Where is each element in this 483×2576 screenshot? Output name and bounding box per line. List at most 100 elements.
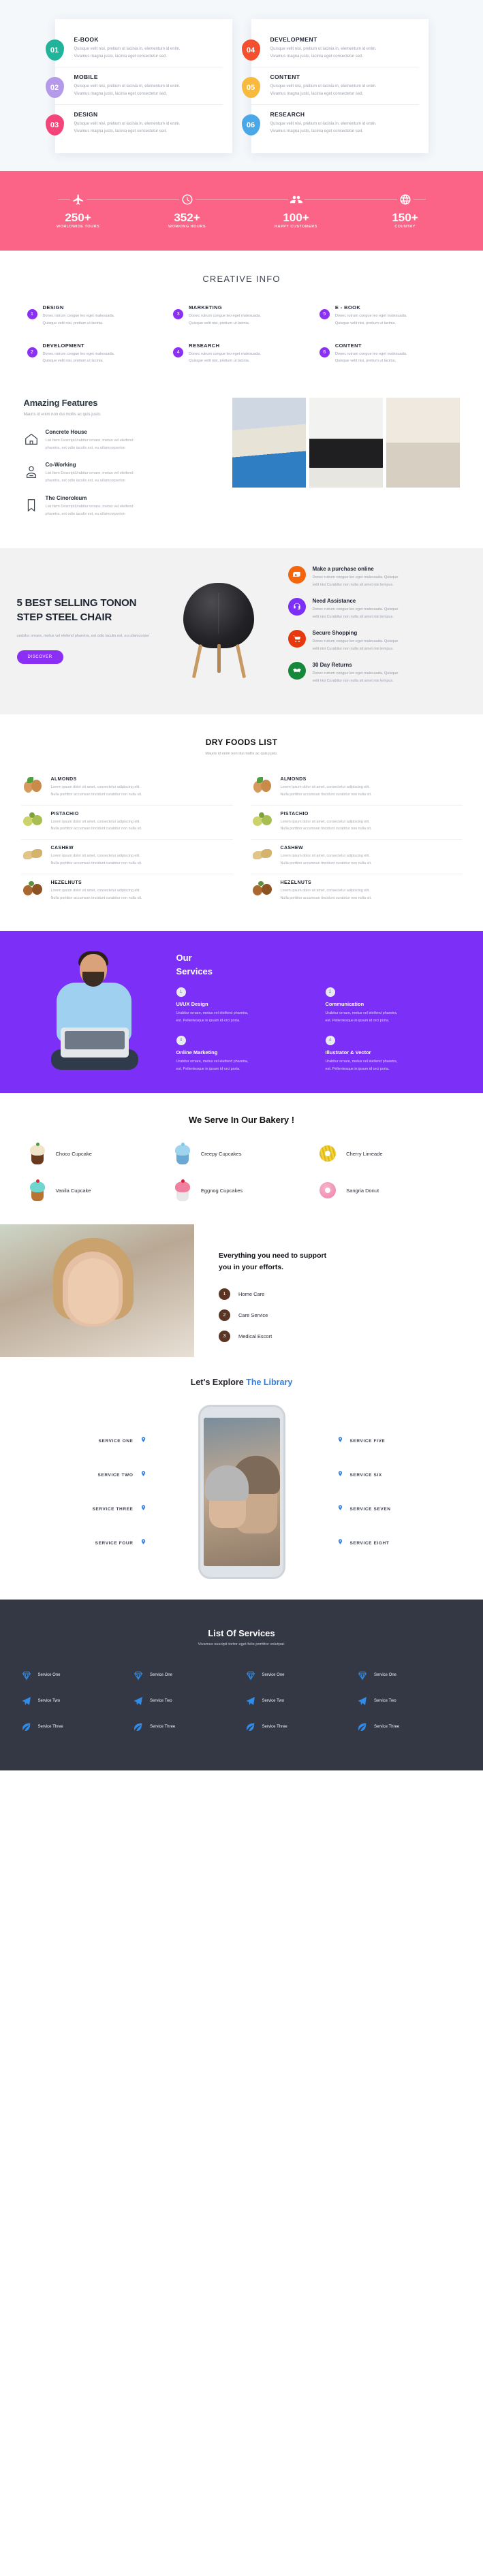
our-service-item[interactable]: 3 Online Marketing Urabitur ornare, metu…: [176, 1035, 311, 1073]
food-item[interactable]: CASHEW Lorem ipsum dolor sit amet, conse…: [250, 839, 463, 874]
food-line1: Lorem ipsum dolor sit amet, consectetur …: [280, 819, 370, 824]
creative-item[interactable]: 2 DEVELOPMENT Donec rutrum congue leo eg…: [27, 343, 164, 365]
photo-armchair: [386, 397, 460, 488]
library-item[interactable]: SERVICE THREE: [17, 1492, 146, 1526]
item-title: CONTENT: [334, 342, 362, 349]
bakery-item[interactable]: Creepy Cupcakes: [172, 1143, 311, 1165]
food-item[interactable]: ALMONDS Lorem ipsum dolor sit amet, cons…: [251, 771, 463, 805]
chair-seat: [183, 582, 254, 648]
footer-service-item[interactable]: Service One: [245, 1670, 351, 1681]
feature-item[interactable]: The Cinoroleum List Item DescriptUrabitu…: [24, 495, 220, 518]
card-row[interactable]: 06 RESEARCH Quisque velit nisi, pretium …: [241, 104, 419, 142]
creative-item[interactable]: 6 CONTENT Donec rutrum congue leo eget m…: [319, 342, 456, 365]
service-item[interactable]: 30 Day Returns Donec rutrum congue leo e…: [287, 661, 467, 685]
food-item[interactable]: PISTACHIO Lorem ipsum dolor sit amet, co…: [20, 804, 233, 840]
footer-service-item[interactable]: Service One: [21, 1670, 127, 1681]
support-item[interactable]: 1 Home Care: [219, 1288, 483, 1300]
clock-icon: [178, 191, 196, 208]
item-label: Service Two: [150, 1699, 172, 1704]
food-line2: Nulla porttitor accumsan tincidunt curab…: [50, 792, 142, 797]
feature-item[interactable]: Concrete House List Item DescriptUrabitu…: [24, 429, 220, 452]
feature-item[interactable]: Co-Working List Item DescriptUrabitur or…: [24, 462, 220, 485]
bakery-item[interactable]: Choco Cupcake: [27, 1143, 166, 1165]
food-item[interactable]: ALMONDS Lorem ipsum dolor sit amet, cons…: [21, 771, 233, 805]
creative-item[interactable]: 4 RESEARCH Donec rutrum congue leo eget …: [173, 343, 310, 365]
bakery-item[interactable]: Vanila Cupcake: [27, 1179, 166, 1202]
footer-service-item[interactable]: Service Three: [133, 1721, 238, 1732]
bakery-item[interactable]: Eggnog Cupcakes: [172, 1179, 311, 1202]
bakery-label: Choco Cupcake: [55, 1150, 92, 1157]
card-desc-line1: Quisque velit nisi, pretium ut lacinia i…: [270, 84, 377, 89]
footer-service-item[interactable]: Service Three: [21, 1721, 127, 1732]
creative-item[interactable]: 5 E - BOOK Donec rutrum congue leo eget …: [319, 304, 456, 327]
our-service-item[interactable]: 2 Communication Urabitur ornare, metus v…: [325, 987, 460, 1025]
footer-service-item[interactable]: Service One: [133, 1670, 238, 1681]
support-item[interactable]: 2 Care Service: [219, 1309, 483, 1321]
leaf-icon: [357, 1721, 368, 1732]
card-row[interactable]: 02 MOBILE Quisque velit nisi, pretium ut…: [45, 67, 223, 104]
creative-item-text: DESIGN Donec rutrum congue leo eget male…: [43, 304, 115, 327]
service-item[interactable]: Secure Shopping Donec rutrum congue leo …: [287, 629, 467, 653]
card-row[interactable]: 03 DESIGN Quisque velit nisi, pretium ut…: [45, 104, 223, 142]
heading-line2: Services: [176, 966, 213, 976]
our-service-item[interactable]: 1 UI/UX Design Urabitur ornare, metus ve…: [176, 987, 311, 1025]
support-item[interactable]: 3 Medical Escort: [219, 1330, 483, 1342]
bakery-heading: We Serve In Our Bakery !: [188, 1115, 295, 1126]
library-item[interactable]: SERVICE ONE: [17, 1424, 146, 1458]
item-line1: Urabitur ornare, metus vel eleifend phar…: [325, 1059, 398, 1064]
card-row[interactable]: 04 DEVELOPMENT Quisque velit nisi, preti…: [241, 30, 419, 67]
footer-service-item[interactable]: Service Two: [245, 1696, 351, 1706]
bakery-item[interactable]: Cherry Limeade: [317, 1143, 456, 1164]
food-item[interactable]: CASHEW Lorem ipsum dolor sit amet, conse…: [20, 839, 233, 874]
library-item[interactable]: SERVICE FOUR: [17, 1526, 146, 1560]
eggnog-cupcake-icon: [172, 1179, 193, 1202]
stat-worldwide-tours: 250+ WORLDWIDE TOURS: [37, 191, 119, 229]
food-item[interactable]: PISTACHIO Lorem ipsum dolor sit amet, co…: [250, 804, 463, 840]
library-heading: Let's Explore The Library: [0, 1378, 483, 1387]
library-heading-plain: Let's Explore: [190, 1378, 247, 1388]
service-item[interactable]: Make a purchase online Donec rutrum cong…: [287, 565, 467, 589]
discover-button[interactable]: DISCOVER: [16, 650, 63, 665]
card-row[interactable]: 01 E-BOOK Quisque velit nisi, pretium ut…: [45, 30, 223, 67]
footer-service-item[interactable]: Service Three: [357, 1721, 463, 1732]
library-item[interactable]: SERVICE FIVE: [337, 1424, 467, 1458]
footer-service-item[interactable]: Service Three: [245, 1721, 351, 1732]
diamond-icon: [21, 1670, 32, 1681]
card-desc-line1: Quisque velit nisi, pretium ut lacinia i…: [74, 122, 181, 127]
food-line2: Nulla porttitor accumsan tincidunt curab…: [50, 827, 142, 831]
food-text: PISTACHIO Lorem ipsum dolor sit amet, co…: [281, 812, 372, 833]
bakery-label: Creepy Cupcakes: [200, 1150, 242, 1157]
creative-item[interactable]: 1 DESIGN Donec rutrum congue leo eget ma…: [27, 304, 164, 327]
card-row[interactable]: 05 CONTENT Quisque velit nisi, pretium u…: [241, 67, 419, 104]
footer-service-item[interactable]: Service Two: [133, 1696, 238, 1706]
bakery-item[interactable]: Sangria Donut: [317, 1179, 456, 1201]
food-line1: Lorem ipsum dolor sit amet, consectetur …: [50, 888, 140, 893]
item-title: UI/UX Design: [176, 1001, 208, 1008]
footer-service-item[interactable]: Service One: [357, 1670, 463, 1681]
library-item[interactable]: SERVICE SIX: [337, 1458, 467, 1492]
home-icon: [24, 432, 39, 447]
secure-cart-icon: [287, 629, 306, 648]
chair-leg: [217, 643, 221, 673]
creative-item[interactable]: 3 MARKETING Donec rutrum congue leo eget…: [173, 304, 310, 327]
item-label: SERVICE FIVE: [349, 1438, 386, 1444]
cashew-icon: [251, 846, 274, 863]
feature-title: The Cinoroleum: [45, 494, 87, 501]
food-item[interactable]: HEZELNUTS Lorem ipsum dolor sit amet, co…: [20, 873, 233, 908]
chair-paragraph: urabitur ornare, metus vel elefend phare…: [16, 634, 150, 639]
footer-service-item[interactable]: Service Two: [357, 1696, 463, 1706]
footer-service-item[interactable]: Service Two: [21, 1696, 127, 1706]
card-desc-line2: Vivamus magna justo, lacinia eget consec…: [74, 92, 168, 97]
heading-line1: Our: [176, 953, 192, 964]
card-title: E-BOOK: [74, 36, 99, 43]
service-item[interactable]: Need Assistance Donec rutrum congue leo …: [287, 597, 467, 621]
item-line2: est. Pellentesque in ipsum id orci porta…: [325, 1066, 390, 1071]
library-item[interactable]: SERVICE EIGHT: [337, 1526, 467, 1560]
our-service-item[interactable]: 4 Illustrator & Vector Urabitur ornare, …: [325, 1035, 460, 1073]
library-item[interactable]: SERVICE TWO: [17, 1458, 146, 1492]
item-label: Service Two: [37, 1699, 61, 1704]
food-item[interactable]: HEZELNUTS Lorem ipsum dolor sit amet, co…: [250, 873, 463, 908]
food-title: CASHEW: [50, 846, 74, 851]
item-number: 1: [176, 987, 186, 998]
library-item[interactable]: SERVICE SEVEN: [337, 1492, 467, 1526]
